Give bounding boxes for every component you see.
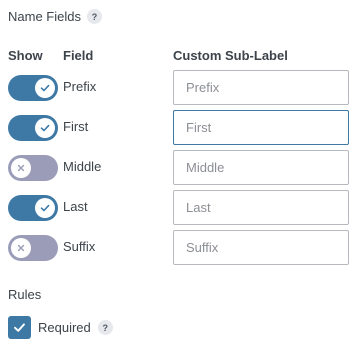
required-rule: Required ? [8,316,113,339]
x-icon [11,158,31,178]
field-label-middle: Middle [63,159,102,174]
sub-label-input-suffix[interactable] [173,230,349,265]
check-icon [35,198,55,218]
column-header-show: Show [8,48,43,63]
field-label-prefix: Prefix [63,79,97,94]
section-header: Name Fields ? [8,9,102,24]
rules-title: Rules [8,287,42,302]
check-icon [35,78,55,98]
toggle-first[interactable] [8,115,58,141]
toggle-suffix[interactable] [8,235,58,261]
name-fields-panel: Name Fields ? Show Field Custom Sub-Labe… [0,0,359,355]
x-icon [11,238,31,258]
toggle-last[interactable] [8,195,58,221]
column-header-field: Field [63,48,94,63]
sub-label-input-middle[interactable] [173,150,349,185]
field-label-last: Last [63,199,88,214]
question-icon[interactable]: ? [97,320,113,335]
field-row-prefix: Prefix [0,70,359,106]
required-label: Required [38,320,91,335]
required-checkbox[interactable] [8,316,31,339]
sub-label-input-prefix[interactable] [173,70,349,105]
field-row-last: Last [0,190,359,226]
field-row-first: First [0,110,359,146]
section-title: Name Fields [8,9,81,24]
column-header-custom-sub-label: Custom Sub-Label [173,48,288,63]
toggle-prefix[interactable] [8,75,58,101]
field-label-suffix: Suffix [63,239,96,254]
field-row-suffix: Suffix [0,230,359,266]
sub-label-input-last[interactable] [173,190,349,225]
sub-label-input-first[interactable] [173,110,349,145]
question-icon[interactable]: ? [86,9,102,24]
toggle-middle[interactable] [8,155,58,181]
check-icon [35,118,55,138]
field-label-first: First [63,119,89,134]
field-row-middle: Middle [0,150,359,186]
check-icon [14,323,25,332]
